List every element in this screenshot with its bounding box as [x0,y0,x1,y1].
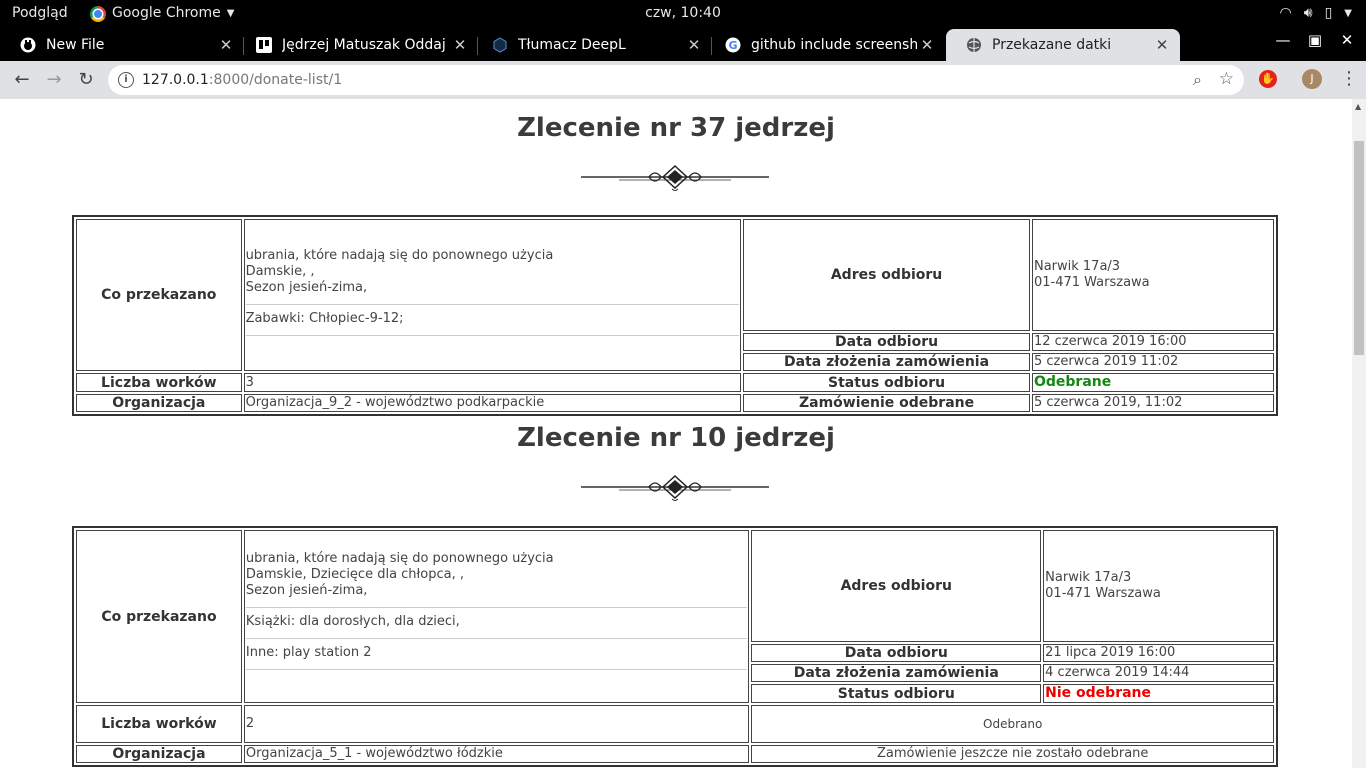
bookmark-star-icon[interactable]: ☆ [1219,69,1234,89]
status-label: Status odbioru [751,684,1042,703]
received-label: Zamówienie odebrane [743,394,1030,412]
order-date-value: 5 czerwca 2019 11:02 [1031,353,1274,371]
address-value: Narwik 17a/3 01-471 Warszawa [1031,219,1274,331]
organization-value: Organizacja_9_2 - województwo podkarpack… [243,394,742,412]
ornament-divider [581,474,769,501]
google-icon: G [725,37,741,53]
mark-received-button[interactable]: Odebrano [751,705,1274,743]
gift-empty [246,336,740,366]
status-value: Nie odebrane [1045,685,1152,701]
zoom-icon[interactable]: ⌕ [1193,70,1202,90]
url-path: :8000/donate-list/1 [208,72,343,88]
status-value: Odebrane [1033,374,1112,390]
scrollbar-thumb[interactable] [1354,141,1364,355]
ornament-divider [581,164,769,191]
order-table: Co przekazano ubrania, które nadają się … [72,526,1278,767]
url-host: 127.0.0.1 [142,72,209,88]
os-clock[interactable]: czw, 10:40 [0,0,1366,27]
tab-title: github include screensho [751,37,917,53]
forward-button[interactable]: → [42,68,66,92]
gift-item: Zabawki: Chłopiec-9-12; [245,305,740,336]
close-icon[interactable]: ✕ [684,36,704,54]
close-icon[interactable]: ✕ [216,36,236,54]
maximize-button[interactable]: ▣ [1306,31,1324,49]
bags-label: Liczba worków [76,373,242,392]
close-icon[interactable]: ✕ [1152,36,1172,54]
minimize-button[interactable]: — [1274,31,1292,49]
bags-value: 2 [243,705,750,743]
address-value: Narwik 17a/3 01-471 Warszawa [1043,530,1274,642]
address-bar[interactable]: i 127.0.0.1:8000/donate-list/1 ⌕ ☆ [108,65,1244,95]
gift-empty [246,670,748,700]
os-top-bar: Podgląd Google Chrome ▼ czw, 10:40 ◠ 🔊︎ … [0,0,1366,27]
browser-toolbar: ← → ↻ i 127.0.0.1:8000/donate-list/1 ⌕ ☆ [0,61,1366,99]
page-viewport: Zlecenie nr 37 jedrzej Co przekazano ubr… [0,99,1352,768]
bags-label: Liczba worków [76,705,242,743]
tab-deepl[interactable]: Tłumacz DeepL ✕ [472,29,712,61]
order-date-label: Data złożenia zamówienia [743,353,1030,371]
bags-value: 3 [243,373,742,392]
gift-item: ubrania, które nadają się do ponownego u… [245,545,748,608]
volume-icon[interactable]: 🔊︎ [1304,0,1313,27]
order-date-value: 4 czerwca 2019 14:44 [1043,664,1274,682]
pickup-date-value: 12 czerwca 2019 16:00 [1031,333,1274,351]
tab-title: New File [46,37,105,53]
tab-strip: New File ✕ Jędrzej Matuszak Oddaj r ✕ Tł… [0,27,1366,82]
back-button[interactable]: ← [10,68,34,92]
svg-text:G: G [728,39,737,52]
gifts-label: Co przekazano [76,530,242,703]
tab-github-search[interactable]: G github include screensho ✕ [705,29,945,61]
gifts-cell: ubrania, które nadają się do ponownego u… [243,530,750,703]
gifts-label: Co przekazano [76,219,242,371]
gift-item: ubrania, które nadają się do ponownego u… [245,242,740,305]
pickup-date-label: Data odbioru [743,333,1030,351]
address-label: Adres odbioru [743,219,1030,331]
gift-item: Inne: play station 2 [245,639,748,670]
trello-icon [256,37,272,53]
scroll-up-arrow[interactable]: ▲ [1355,102,1361,111]
tab-title: Tłumacz DeepL [518,37,626,53]
address-label: Adres odbioru [751,530,1042,642]
page-scrollbar[interactable]: ▲ [1352,99,1366,768]
close-window-button[interactable]: ✕ [1338,31,1356,49]
deepl-icon [492,37,508,53]
organization-value: Organizacja_5_1 - województwo łódzkie [243,745,750,763]
extension-icon[interactable]: ✋ [1259,70,1277,88]
organization-label: Organizacja [76,745,242,763]
globe-icon [966,37,982,53]
status-label: Status odbioru [743,373,1030,392]
tab-new-file[interactable]: New File ✕ [0,29,244,61]
chevron-down-icon[interactable]: ▼ [1344,0,1352,27]
info-icon[interactable]: i [118,72,134,88]
browser-menu-icon[interactable]: ⋮ [1340,66,1358,92]
tab-title: Przekazane datki [992,37,1112,53]
received-date-value: 5 czerwca 2019, 11:02 [1031,394,1274,412]
gifts-cell: ubrania, które nadają się do ponownego u… [243,219,742,371]
github-icon [20,37,36,53]
battery-icon[interactable]: ▯ [1325,0,1333,27]
organization-label: Organizacja [76,394,242,412]
close-icon[interactable]: ✕ [917,36,937,54]
avatar[interactable]: J [1302,69,1322,89]
tab-oddaj[interactable]: Jędrzej Matuszak Oddaj r ✕ [236,29,478,61]
url-text[interactable]: 127.0.0.1:8000/donate-list/1 [142,65,342,95]
not-received-note: Zamówienie jeszcze nie zostało odebrane [751,745,1274,763]
wifi-icon[interactable]: ◠ [1280,0,1292,27]
pickup-date-value: 21 lipca 2019 16:00 [1043,644,1274,662]
order-date-label: Data złożenia zamówienia [751,664,1042,682]
order-title: Zlecenie nr 10 jedrzej [517,423,835,453]
tab-title: Jędrzej Matuszak Oddaj r [282,37,450,53]
reload-button[interactable]: ↻ [74,68,98,92]
pickup-date-label: Data odbioru [751,644,1042,662]
status-badge: Odebrane [1031,373,1274,392]
status-badge: Nie odebrane [1043,684,1274,703]
gift-item: Książki: dla dorosłych, dla dzieci, [245,608,748,639]
tab-przekazane-datki[interactable]: Przekazane datki ✕ [946,29,1180,61]
order-title: Zlecenie nr 37 jedrzej [517,113,835,143]
os-system-tray[interactable]: ◠ 🔊︎ ▯ ▼ [1280,0,1352,27]
order-table: Co przekazano ubrania, które nadają się … [72,215,1278,416]
close-icon[interactable]: ✕ [450,36,470,54]
